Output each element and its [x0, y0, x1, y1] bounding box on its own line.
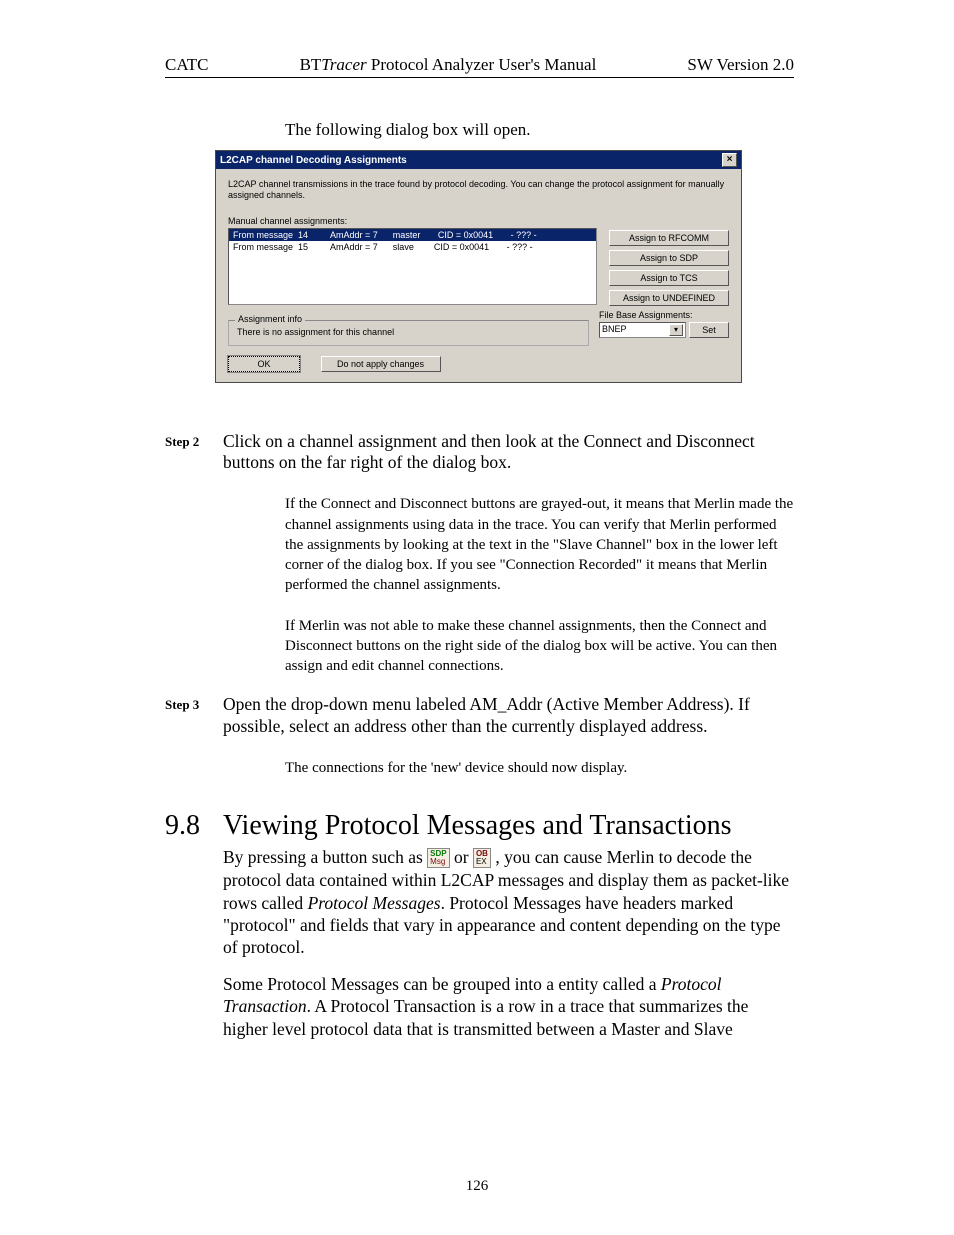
step-3: Step 3 Open the drop-down menu labeled A… [165, 694, 794, 738]
step-body: Click on a channel assignment and then l… [223, 431, 794, 475]
page-header: CATC BTTracer Protocol Analyzer User's M… [165, 55, 794, 78]
assign-sdp-button[interactable]: Assign to SDP [609, 250, 729, 266]
list-item[interactable]: From message 15 AmAddr = 7 slave CID = 0… [229, 241, 596, 253]
sub-paragraph: If the Connect and Disconnect buttons ar… [285, 494, 794, 595]
section-title: Viewing Protocol Messages and Transactio… [223, 810, 732, 842]
filebase-label: File Base Assignments: [599, 310, 729, 320]
ok-button[interactable]: OK [228, 356, 300, 372]
dialog-l2cap-decoding: L2CAP channel Decoding Assignments × L2C… [215, 150, 742, 383]
dialog-description: L2CAP channel transmissions in the trace… [228, 179, 729, 202]
sdp-msg-icon[interactable]: SDPMsg [427, 848, 449, 868]
assign-rfcomm-button[interactable]: Assign to RFCOMM [609, 230, 729, 246]
list-label: Manual channel assignments: [228, 216, 729, 226]
step-label: Step 3 [165, 694, 223, 738]
dialog-titlebar: L2CAP channel Decoding Assignments × [216, 151, 741, 169]
page-number: 126 [0, 1178, 954, 1195]
sub-paragraph: If Merlin was not able to make these cha… [285, 616, 794, 677]
step-body: Open the drop-down menu labeled AM_Addr … [223, 694, 794, 738]
channel-listbox[interactable]: From message 14 AmAddr = 7 master CID = … [228, 228, 597, 305]
assign-undefined-button[interactable]: Assign to UNDEFINED [609, 290, 729, 306]
section-heading: 9.8 Viewing Protocol Messages and Transa… [165, 810, 794, 842]
section-number: 9.8 [165, 810, 209, 842]
body-paragraph: By pressing a button such as SDPMsg or O… [223, 846, 794, 959]
header-left: CATC [165, 55, 208, 75]
do-not-apply-button[interactable]: Do not apply changes [321, 356, 441, 372]
assign-tcs-button[interactable]: Assign to TCS [609, 270, 729, 286]
obex-icon[interactable]: OBEX [473, 848, 491, 868]
assignment-info-text: There is no assignment for this channel [237, 327, 580, 337]
header-right: SW Version 2.0 [687, 55, 794, 75]
lead-text: The following dialog box will open. [285, 120, 794, 140]
set-button[interactable]: Set [689, 322, 729, 338]
assignment-info-fieldset: Assignment info There is no assignment f… [228, 320, 589, 346]
fieldset-legend: Assignment info [235, 314, 305, 324]
body-paragraph: Some Protocol Messages can be grouped in… [223, 973, 794, 1040]
dialog-title-text: L2CAP channel Decoding Assignments [220, 155, 407, 166]
close-icon[interactable]: × [722, 153, 737, 167]
header-center: BTTracer Protocol Analyzer User's Manual [300, 55, 597, 75]
list-item[interactable]: From message 14 AmAddr = 7 master CID = … [229, 229, 596, 241]
step-label: Step 2 [165, 431, 223, 475]
filebase-combo[interactable]: BNEP ▾ [599, 322, 686, 338]
chevron-down-icon[interactable]: ▾ [669, 324, 683, 336]
sub-paragraph: The connections for the 'new' device sho… [285, 758, 794, 778]
step-2: Step 2 Click on a channel assignment and… [165, 431, 794, 475]
